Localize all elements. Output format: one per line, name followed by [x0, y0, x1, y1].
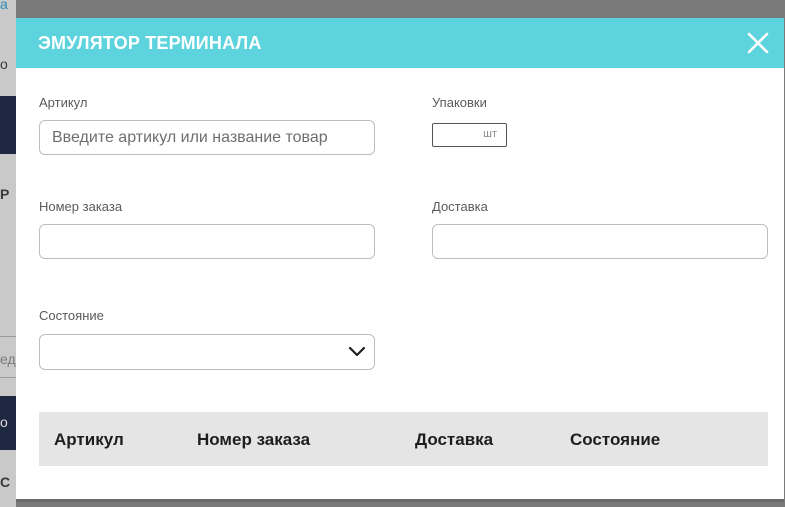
- column-header-delivery: Доставка: [415, 430, 494, 449]
- background-block: [0, 96, 16, 154]
- packages-unit: шт: [483, 128, 497, 140]
- background-text-fragment: о: [0, 414, 8, 430]
- delivery-input[interactable]: [432, 224, 768, 259]
- results-table-header: Артикул Номер заказа Доставка Состояние: [39, 412, 768, 466]
- order-number-input[interactable]: [39, 224, 375, 259]
- background-divider: [0, 336, 16, 337]
- background-text-fragment: a: [0, 0, 8, 12]
- background-divider: [0, 377, 16, 378]
- state-label: Состояние: [39, 308, 104, 323]
- state-select[interactable]: [39, 334, 375, 370]
- column-header-article: Артикул: [54, 430, 124, 449]
- terminal-emulator-modal: ЭМУЛЯТОР ТЕРМИНАЛА Артикул Упаковки шт Н…: [16, 18, 784, 502]
- modal-header: ЭМУЛЯТОР ТЕРМИНАЛА: [16, 18, 784, 68]
- article-label: Артикул: [39, 95, 88, 110]
- modal-title: ЭМУЛЯТОР ТЕРМИНАЛА: [38, 33, 262, 53]
- packages-input[interactable]: [433, 124, 481, 148]
- background-text-fragment: Р: [0, 186, 10, 202]
- article-input[interactable]: [39, 120, 375, 155]
- packages-label: Упаковки: [432, 95, 487, 110]
- close-button[interactable]: [746, 31, 770, 55]
- packages-field: шт: [432, 123, 507, 148]
- background-text-fragment: С: [0, 474, 11, 490]
- column-header-order-number: Номер заказа: [197, 430, 311, 449]
- background-text-fragment: ед: [0, 351, 16, 367]
- order-number-label: Номер заказа: [39, 199, 123, 214]
- chevron-down-icon: [348, 346, 366, 357]
- delivery-label: Доставка: [432, 199, 488, 214]
- background-page: a o Р ед о С: [0, 0, 16, 507]
- close-icon: [747, 32, 769, 54]
- column-header-state: Состояние: [570, 430, 661, 449]
- background-text-fragment: o: [0, 56, 8, 72]
